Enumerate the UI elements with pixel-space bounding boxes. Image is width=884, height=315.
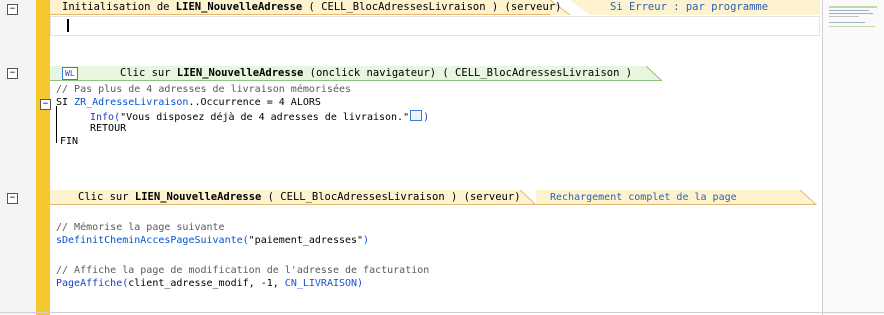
empty-code-block[interactable] <box>50 16 820 36</box>
fold-toggle-init[interactable]: − <box>7 4 18 15</box>
text-caret <box>67 19 69 32</box>
proc-call-line: sDefinitCheminAccesPageSuivante("paiemen… <box>56 235 370 246</box>
comment-line: // Mémorise la page suivante <box>56 222 225 233</box>
fold-toggle-onclick-browser[interactable]: − <box>7 68 18 79</box>
code-gutter <box>0 0 37 315</box>
event-title: Clic sur LIEN_NouvelleAdresse (onclick n… <box>120 67 633 79</box>
fold-toggle-onclick-server[interactable]: − <box>7 193 18 204</box>
fold-toggle-si-block[interactable]: − <box>40 99 51 110</box>
event-option[interactable]: Si Erreur : par programme <box>610 0 768 15</box>
translate-icon[interactable] <box>410 110 423 121</box>
si-line: SI ZR_AdresseLivraison..Occurrence = 4 A… <box>56 97 321 108</box>
pageaffiche-line: PageAffiche(client_adresse_modif, -1, CN… <box>56 278 364 289</box>
modified-marker-bar <box>36 0 50 315</box>
event-title: Initialisation de LIEN_NouvelleAdresse (… <box>62 1 562 13</box>
fin-line: FIN <box>60 136 79 147</box>
comment-line: // Affiche la page de modification de l'… <box>56 265 430 276</box>
bottom-border <box>0 312 884 313</box>
event-title: Clic sur LIEN_NouvelleAdresse ( CELL_Blo… <box>78 191 521 203</box>
code-minimap[interactable] <box>822 0 884 315</box>
block-bracket <box>56 106 57 143</box>
info-line: Info("Vous disposez déjà de 4 adresses d… <box>90 110 430 123</box>
comment-line: // Pas plus de 4 adresses de livraison m… <box>56 84 352 95</box>
minimap-preview <box>829 6 877 27</box>
retour-line: RETOUR <box>90 123 127 134</box>
wl-badge: WL <box>62 67 78 80</box>
event-option[interactable]: Rechargement complet de la page <box>550 190 737 205</box>
